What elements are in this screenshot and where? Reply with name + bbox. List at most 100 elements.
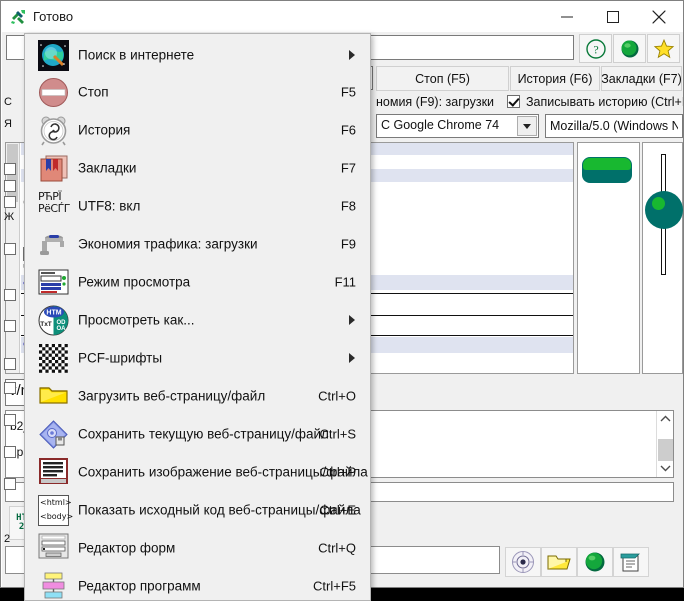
stop-sign-icon [38,77,69,108]
chevron-up-icon[interactable] [657,411,674,428]
svg-text:?: ? [593,42,598,56]
stop-button[interactable]: Стоп (F5) [376,66,509,91]
peek-label-ya: Я [4,118,12,130]
menu-item-label: Поиск в интернете [78,48,194,63]
menu-item-save-page[interactable]: Сохранить текущую веб-страницу/файл Ctrl… [25,415,370,453]
menu-item-label: История [78,123,130,138]
help-button[interactable]: ? [579,34,612,63]
menu-item-stop[interactable]: Стоп F5 [25,73,370,111]
history-button-label: История (F6) [518,72,593,86]
menu-item-save-image[interactable]: Сохранить изображение веб-страницы/файла… [25,453,370,491]
file-list-scrollbar[interactable] [656,411,673,477]
peek-checkbox[interactable] [4,289,16,301]
slider-knob[interactable] [645,191,683,229]
history-button[interactable]: История (F6) [510,66,600,91]
peek-label-two: 2 [4,533,10,545]
menu-item-label: Режим просмотра [78,275,190,290]
menu-item-label: Редактор форм [78,541,175,556]
html-icon-line-2: <body> [40,510,68,524]
menu-item-internet-search[interactable]: Поиск в интернете [25,36,370,74]
menu-item-traffic-saver[interactable]: Экономия трафика: загрузки F9 [25,225,370,263]
peek-checkbox[interactable] [4,243,16,255]
menu-item-label: Загрузить веб-страницу/файл [78,389,265,404]
menu-item-pcf-fonts[interactable]: PCF-шрифты [25,339,370,377]
menu-item-label: PCF-шрифты [78,351,162,366]
menu-item-accelerator: Ctrl+O [318,389,356,404]
peek-checkbox[interactable] [4,414,16,426]
menu-item-utf8[interactable]: РЋРЇ РёСЃГ UTF8: вкл F8 [25,187,370,225]
peek-checkbox[interactable] [4,382,16,394]
faucet-icon [38,229,69,260]
menu-item-label: Закладки [78,161,136,176]
peek-checkbox[interactable] [4,446,16,458]
chevron-down-icon[interactable] [657,460,674,477]
menu-item-label: UTF8: вкл [78,199,140,214]
peek-label-c: С [4,96,12,108]
menu-item-form-editor[interactable]: Редактор форм Ctrl+Q [25,529,370,567]
menu-item-accelerator: F7 [341,161,356,176]
record-history-label: Записывать историю (Ctrl+F6) [526,95,683,109]
favorites-button[interactable] [647,34,680,63]
menu-item-accelerator: Ctrl+E [320,503,356,518]
submenu-arrow-icon [349,353,355,363]
bookmarks-button[interactable]: Закладки (F7) [601,66,682,91]
view-mode-icon [38,267,69,298]
menu-item-accelerator: F8 [341,199,356,214]
close-button[interactable] [636,1,682,32]
useragent-preset-value: C Google Chrome 74 [381,118,499,132]
peek-checkbox[interactable] [4,163,16,175]
submenu-arrow-icon [349,50,355,60]
peek-checkbox[interactable] [4,320,16,332]
menu-item-accelerator: F11 [335,275,356,290]
target-button[interactable] [505,547,541,577]
form-editor-icon [38,533,69,564]
toggle-pill-widget[interactable] [582,157,632,183]
page-vertical-scrollbar[interactable] [6,143,20,373]
menu-item-program-editor[interactable]: Редактор программ Ctrl+F5 [25,567,370,601]
svg-text:TxT: TxT [40,321,52,328]
menu-item-accelerator: F9 [341,237,356,252]
open-folder-button[interactable] [541,547,577,577]
peek-checkbox[interactable] [4,358,16,370]
justcode-logo-icon [10,8,27,25]
menu-item-accelerator: F5 [341,85,356,100]
menu-item-view-source[interactable]: <html> <body> Показать исходный код веб-… [25,491,370,529]
stop-button-label: Стоп (F5) [415,72,470,86]
minimize-button[interactable] [544,1,590,32]
scrollbar-thumb[interactable] [658,439,673,461]
widget-panel-right [642,142,683,374]
menu-item-view-mode[interactable]: Режим просмотра F11 [25,263,370,301]
menu-item-label: Редактор программ [78,579,201,594]
html-source-icon: <html> <body> [38,495,69,526]
menu-item-view-as[interactable]: HTM TxT OD OA Просмотреть как... [25,301,370,339]
context-menu[interactable]: Поиск в интернете Стоп F5 [24,33,371,601]
svg-text:HTM: HTM [46,310,61,317]
save-image-icon [38,457,69,488]
menu-item-label: Стоп [78,85,109,100]
widget-panel-left [577,142,640,374]
menu-item-label: Показать исходный код веб-страницы/файла [78,503,361,518]
maximize-button[interactable] [590,1,636,32]
peek-checkbox[interactable] [4,478,16,490]
svg-text:OA: OA [57,326,67,332]
clipboard-button[interactable] [613,547,649,577]
chevron-down-icon[interactable] [517,116,537,136]
menu-item-accelerator: Ctrl+Q [318,541,356,556]
traffic-label: номия (F9): загрузки [376,95,494,109]
record-history-checkbox[interactable] [507,95,520,108]
useragent-input[interactable] [545,114,683,138]
menu-item-bookmarks[interactable]: Закладки F7 [25,149,370,187]
menu-item-accelerator: Ctrl+P [320,465,356,480]
encoding-text-icon: РЋРЇ РёСЃГ [38,191,69,222]
menu-item-history[interactable]: История F6 [25,111,370,149]
window-title: Готово [33,8,73,25]
pcf-font-grid-icon [38,343,69,374]
yellow-folder-icon [38,381,69,412]
go-button[interactable] [613,34,646,63]
menu-item-open-file[interactable]: Загрузить веб-страницу/файл Ctrl+O [25,377,370,415]
peek-checkbox[interactable] [4,180,16,192]
go-button[interactable] [577,547,613,577]
title-bar: Готово [1,1,683,32]
peek-checkbox[interactable] [4,196,16,208]
useragent-preset-combo[interactable]: C Google Chrome 74 [376,114,539,138]
